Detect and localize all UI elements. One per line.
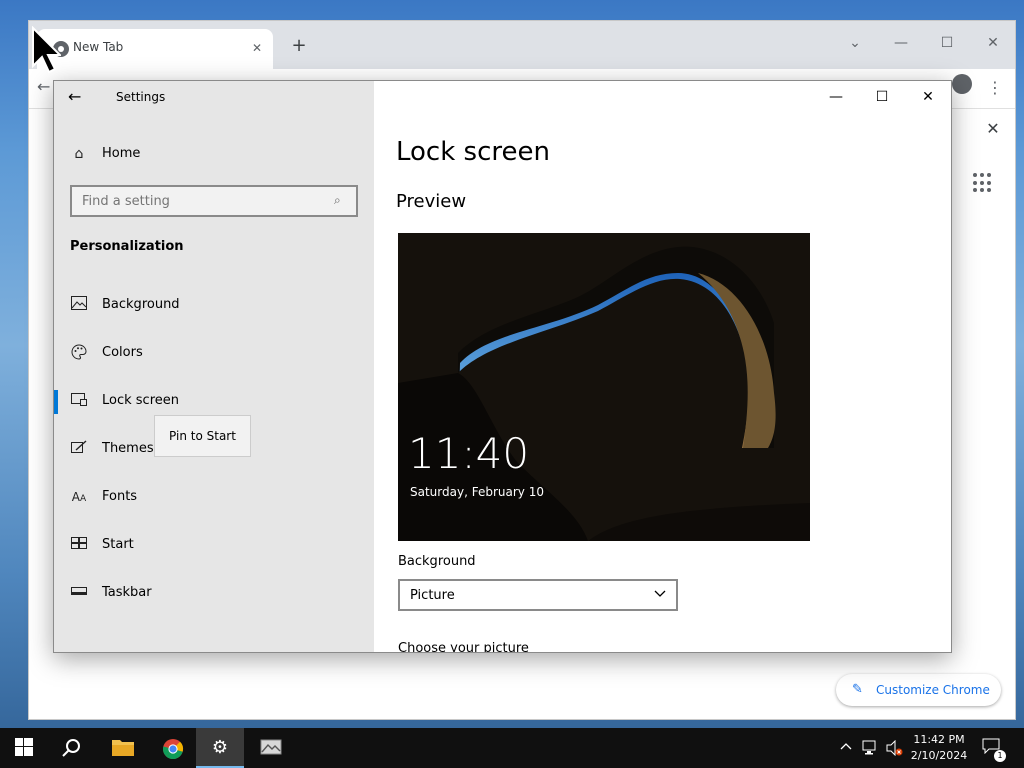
close-tab-icon[interactable]: ✕ [249, 40, 265, 56]
preview-heading: Preview [396, 191, 467, 212]
volume-muted-icon[interactable] [886, 739, 904, 759]
nav-item-label: Colors [102, 345, 143, 360]
search-icon: ⌕ [334, 193, 341, 207]
image-app-icon [260, 738, 282, 758]
action-center-button[interactable]: 1 [982, 738, 1006, 762]
settings-close-button[interactable]: ✕ [906, 85, 950, 109]
chrome-menu-icon[interactable]: ⋮ [987, 75, 1003, 103]
nav-item-fonts[interactable]: AA Fonts [70, 486, 350, 510]
nav-item-background[interactable]: Background [70, 294, 350, 318]
pencil-icon: ✎ [852, 682, 863, 697]
taskbar-clock[interactable]: 11:42 PM 2/10/2024 [906, 732, 972, 764]
app-taskbar-button[interactable] [246, 728, 294, 768]
search-icon [62, 738, 82, 758]
clock-time: 11:42 PM [913, 733, 965, 746]
lock-screen-preview: 11:40 Saturday, February 10 [398, 233, 810, 541]
nav-item-label: Taskbar [102, 585, 152, 600]
taskbar: ⚙ 11:42 PM 2/10/2024 1 [0, 728, 1024, 768]
chrome-close-banner-icon[interactable]: ✕ [983, 119, 1003, 139]
chrome-taskbar-button[interactable] [148, 728, 196, 768]
nav-item-colors[interactable]: Colors [70, 342, 350, 366]
picture-icon [70, 296, 88, 314]
customize-chrome-button[interactable]: ✎ Customize Chrome [836, 674, 1001, 706]
clock-date: 2/10/2024 [910, 749, 968, 762]
folder-icon [112, 738, 134, 758]
nav-item-taskbar[interactable]: Taskbar [70, 582, 350, 606]
start-button[interactable] [0, 728, 48, 768]
settings-window: ← Settings ⌂ Home ⌕ Personalization Back… [53, 80, 952, 653]
chrome-close-button[interactable]: ✕ [975, 29, 1011, 57]
start-icon [70, 536, 88, 554]
palette-icon [70, 344, 88, 362]
nav-item-label: Lock screen [102, 393, 179, 408]
themes-icon [70, 440, 88, 458]
preview-date: Saturday, February 10 [410, 485, 544, 499]
pin-to-start-tooltip: Pin to Start [154, 415, 251, 457]
preview-time: 11:40 [408, 429, 530, 478]
settings-maximize-button[interactable]: ☐ [860, 85, 904, 109]
chrome-icon [162, 738, 184, 760]
chevron-up-icon[interactable] [840, 740, 852, 754]
chevron-down-icon [654, 587, 666, 601]
chrome-profile-icon[interactable] [952, 74, 972, 94]
nav-item-label: Fonts [102, 489, 138, 504]
settings-sidebar: ← Settings ⌂ Home ⌕ Personalization Back… [54, 81, 374, 652]
mouse-cursor-icon [32, 26, 61, 74]
chrome-titlebar: New Tab ✕ + ⌄ — ☐ ✕ [29, 21, 1015, 69]
nav-home-label: Home [102, 146, 141, 161]
chrome-minimize-button[interactable]: — [883, 29, 919, 57]
gear-icon: ⚙ [211, 737, 229, 758]
file-explorer-button[interactable] [98, 728, 146, 768]
nav-item-label: Background [102, 297, 180, 312]
settings-window-title: Settings [116, 90, 166, 104]
windows-logo-icon [14, 738, 34, 758]
background-label: Background [398, 554, 476, 569]
find-setting-input[interactable] [72, 187, 356, 215]
chrome-tab-title: New Tab [73, 40, 124, 54]
network-icon[interactable] [862, 740, 880, 759]
fonts-icon: AA [71, 490, 87, 504]
nav-item-lock-screen[interactable]: Lock screen [54, 390, 350, 414]
section-heading-personalization: Personalization [70, 239, 184, 254]
choose-picture-label: Choose your picture [398, 641, 529, 653]
taskbar-icon [70, 584, 88, 602]
find-setting-box[interactable]: ⌕ [70, 185, 358, 217]
google-apps-icon[interactable] [973, 173, 993, 193]
back-arrow-icon[interactable]: ← [68, 87, 88, 107]
taskbar-search-button[interactable] [48, 728, 96, 768]
tab-search-icon[interactable]: ⌄ [837, 29, 873, 57]
notification-count-badge: 1 [994, 750, 1006, 762]
new-tab-button[interactable]: + [287, 35, 311, 59]
home-icon: ⌂ [74, 146, 84, 162]
customize-chrome-label: Customize Chrome [876, 683, 990, 697]
settings-minimize-button[interactable]: — [814, 85, 858, 109]
background-dropdown[interactable]: Picture [398, 579, 678, 611]
nav-home[interactable]: ⌂ Home [70, 143, 350, 165]
page-title: Lock screen [396, 137, 550, 167]
chrome-maximize-button[interactable]: ☐ [929, 29, 965, 57]
background-selected-value: Picture [410, 588, 455, 603]
nav-item-label: Start [102, 537, 134, 552]
settings-taskbar-button[interactable]: ⚙ [196, 728, 244, 768]
nav-item-start[interactable]: Start [70, 534, 350, 558]
chrome-tab-new-tab[interactable]: New Tab ✕ [37, 29, 273, 69]
nav-item-label: Themes [102, 441, 154, 456]
lock-screen-icon [70, 392, 88, 410]
